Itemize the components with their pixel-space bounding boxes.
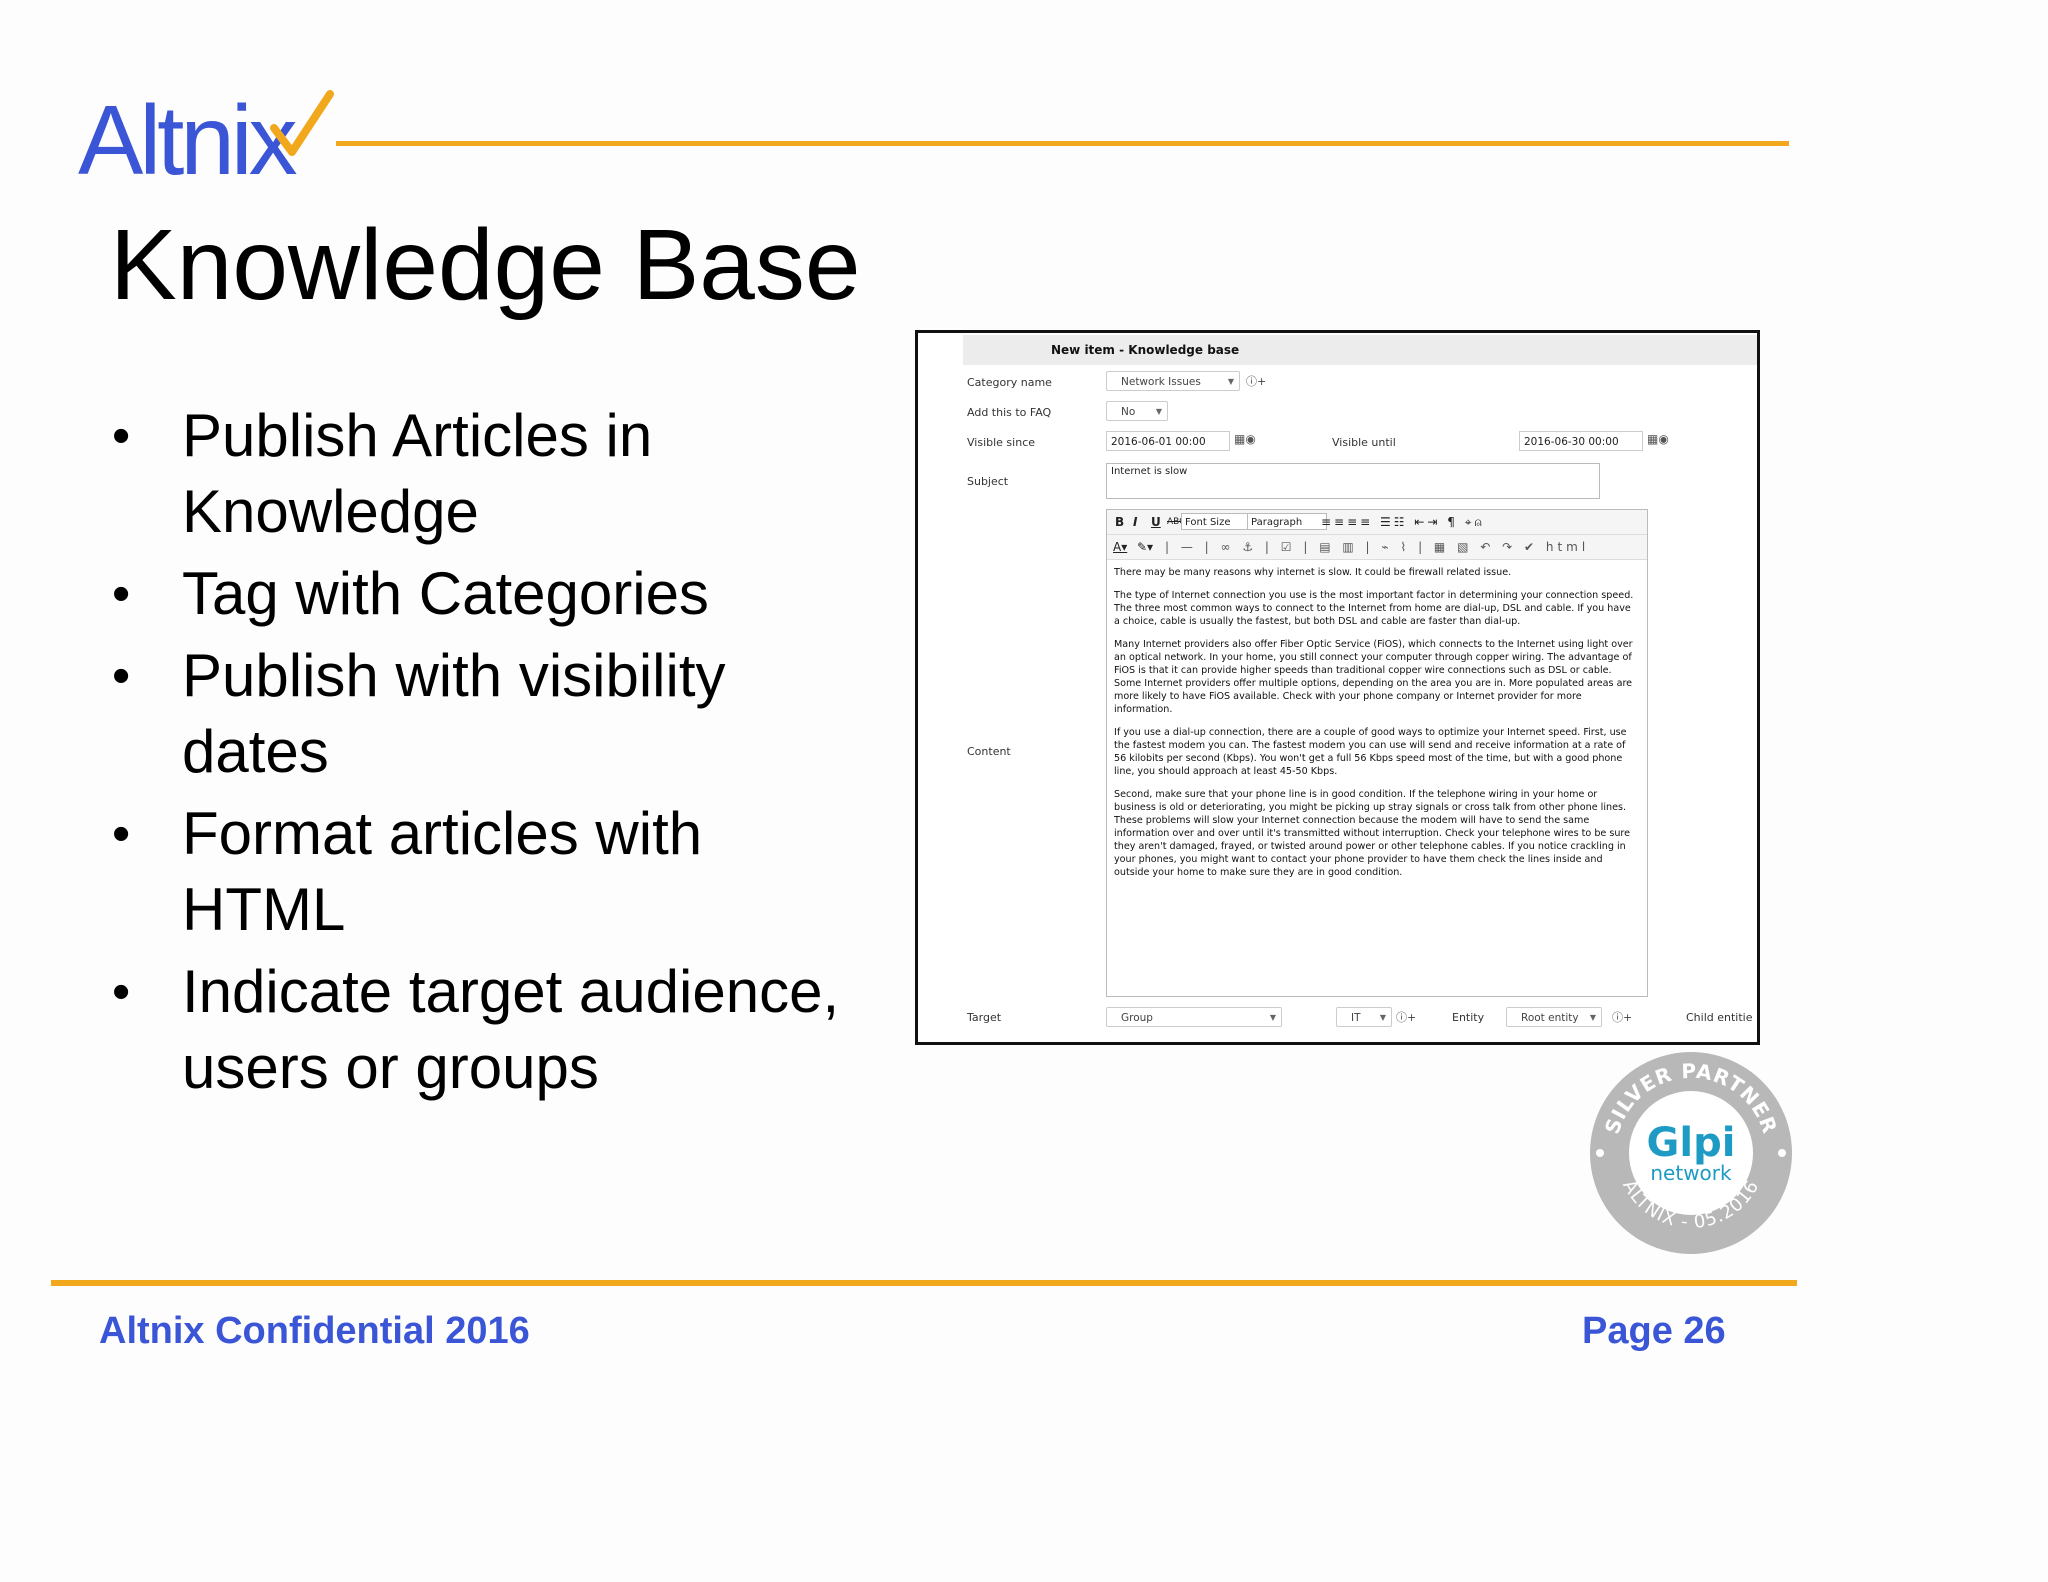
entity-select[interactable]: Root entity ▼ [1506,1007,1602,1027]
italic-icon[interactable]: I [1133,515,1137,529]
bullet-icon: • [112,565,131,623]
editor-toolbar-1: B I U ABC Font Size Paragraph ≡≡≡≡ ☰☷ ⇤⇥… [1107,510,1647,535]
content-paragraph: The type of Internet connection you use … [1114,590,1634,627]
editor-content[interactable]: There may be many reasons why internet i… [1114,566,1639,889]
glpi-network-text: network [1650,1161,1732,1185]
altnix-logo: Altnix [78,88,340,188]
page-number: Page 26 [1582,1310,1726,1352]
target-label: Target [967,1011,1002,1024]
slide-title: Knowledge Base [110,209,861,321]
subject-label: Subject [967,475,1009,488]
underline-icon[interactable]: U [1151,515,1161,529]
header-rule [336,141,1789,146]
visible-until-label: Visible until [1332,436,1396,449]
calendar-icon[interactable]: ▦◉ [1234,432,1256,446]
bullet-icon: • [112,407,131,465]
kb-form-screenshot: New item - Knowledge base Category name … [915,330,1760,1045]
calendar-icon[interactable]: ▦◉ [1647,432,1669,446]
logo-wordmark: Altnix [78,88,297,188]
align-icons[interactable]: ≡≡≡≡ ☰☷ ⇤⇥ ¶ ⌖⍝ [1321,515,1485,530]
content-paragraph: There may be many reasons why internet i… [1114,567,1512,578]
chevron-down-icon: ▼ [1269,1013,1276,1022]
info-add-icon[interactable]: ⓘ+ [1396,1009,1416,1025]
insert-icons[interactable]: | — | ∞ ⚓ | ☑ | ▤ ▥ | ⌁ ⌇ | ▦ ▧ ↶ ↷ ✔ ht… [1165,540,1589,554]
category-select[interactable]: Network Issues ▼ [1106,371,1240,391]
bullet-icon: • [112,963,131,1021]
bullet-item: • Format articles with HTML [110,796,910,948]
info-add-icon[interactable]: ⓘ+ [1246,373,1266,389]
content-label: Content [967,745,1011,758]
bullet-list: • Publish Articles in Knowledge • Tag with … [110,398,910,1112]
bullet-item: • Publish with visibility dates [110,638,910,790]
footer-rule [51,1280,1797,1286]
paragraph-select[interactable]: Paragraph [1247,513,1327,530]
category-label: Category name [967,376,1052,389]
editor-toolbar-2: A▾ ✎▾ | — | ∞ ⚓ | ☑ | ▤ ▥ | ⌁ ⌇ | ▦ ▧ ↶ … [1107,535,1647,560]
info-add-icon[interactable]: ⓘ+ [1612,1009,1632,1025]
child-entities-label: Child entitie [1686,1011,1753,1024]
target-group-select[interactable]: IT ▼ [1336,1007,1392,1027]
bold-icon[interactable]: B [1115,515,1124,529]
footer-confidential: Altnix Confidential 2016 [99,1310,530,1352]
visible-until-input[interactable]: 2016-06-30 00:00 [1519,431,1643,451]
faq-label: Add this to FAQ [967,406,1052,419]
bullet-item: • Indicate target audience, users or group… [110,954,910,1106]
target-select[interactable]: Group ▼ [1106,1007,1282,1027]
chevron-down-icon: ▼ [1379,1013,1386,1022]
visible-since-input[interactable]: 2016-06-01 00:00 [1106,431,1230,451]
text-color-icon[interactable]: A▾ [1113,540,1127,554]
faq-select[interactable]: No ▼ [1106,401,1168,421]
subject-textarea[interactable]: Internet is slow [1106,463,1600,499]
partner-badge: SILVER PARTNER ALTNIX - 05.2016 Glpi net… [1588,1050,1794,1256]
font-size-select[interactable]: Font Size [1181,513,1253,530]
bullet-item: • Tag with Categories [110,556,910,632]
bullet-item: • Publish Articles in Knowledge [110,398,910,550]
entity-label: Entity [1452,1011,1485,1024]
highlight-icon[interactable]: ✎▾ [1137,540,1153,554]
chevron-down-icon: ▼ [1227,377,1234,386]
visible-since-label: Visible since [967,436,1036,449]
content-paragraph: Many Internet providers also offer Fiber… [1114,639,1633,715]
rich-text-editor[interactable]: B I U ABC Font Size Paragraph ≡≡≡≡ ☰☷ ⇤⇥… [1106,509,1648,997]
bullet-icon: • [112,647,131,705]
chevron-down-icon: ▼ [1589,1013,1596,1022]
chevron-down-icon: ▼ [1155,407,1162,416]
form-header: New item - Knowledge base [963,335,1757,365]
content-paragraph: If you use a dial-up connection, there a… [1114,727,1627,777]
glpi-logo-text: Glpi [1647,1120,1736,1166]
content-paragraph: Second, make sure that your phone line i… [1114,789,1631,878]
bullet-icon: • [112,805,131,863]
